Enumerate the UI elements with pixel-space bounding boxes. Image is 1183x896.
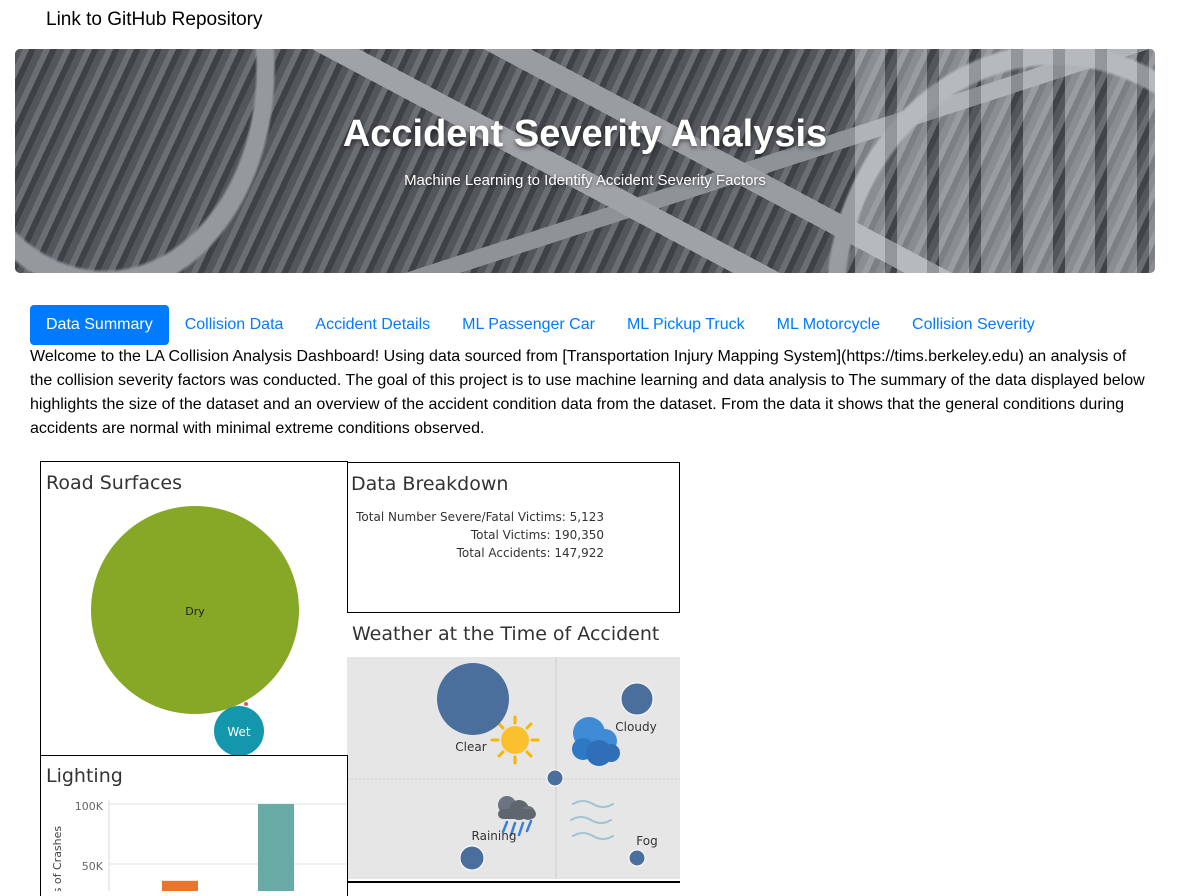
data-breakdown-title: Data Breakdown	[351, 473, 509, 495]
stat-total-accidents: Total Accidents: 147,922	[456, 546, 604, 560]
bubble-cloudy[interactable]	[620, 682, 654, 716]
bubble-fog[interactable]	[628, 849, 646, 867]
dashboard-tabs: Data Summary Collision Data Accident Det…	[30, 305, 1051, 345]
weather-chart-area: Clear Cloudy Raining Fog	[347, 657, 680, 879]
tab-accident-details[interactable]: Accident Details	[299, 305, 446, 345]
tab-ml-pickup-truck[interactable]: ML Pickup Truck	[611, 305, 761, 345]
y-axis-label: Counts of Crashes	[51, 826, 64, 891]
ytick-50k: 50K	[82, 860, 104, 873]
bar-1[interactable]	[162, 880, 198, 891]
bar-2[interactable]	[258, 804, 294, 891]
road-surfaces-chart: Dry Wet	[91, 506, 299, 756]
tab-collision-severity[interactable]: Collision Severity	[896, 305, 1051, 345]
github-repository-link[interactable]: Link to GitHub Repository	[46, 9, 263, 31]
label-fog: Fog	[636, 834, 657, 848]
label-raining: Raining	[472, 829, 517, 843]
stats-list: Total Number Severe/Fatal Victims: 5,123…	[348, 508, 604, 562]
banner-title: Accident Severity Analysis	[342, 113, 828, 155]
tab-collision-data[interactable]: Collision Data	[169, 305, 300, 345]
bubble-other-weather[interactable]	[546, 769, 564, 787]
road-surfaces-panel: Road Surfaces Dry Wet	[40, 461, 348, 757]
data-breakdown-panel: Data Breakdown Total Number Severe/Fatal…	[347, 462, 680, 614]
lighting-panel: Lighting 100K 50K Counts of Crashes	[40, 755, 348, 896]
weather-panel: Weather at the Time of Accident Clear Cl…	[347, 612, 680, 883]
tab-ml-passenger-car[interactable]: ML Passenger Car	[446, 305, 611, 345]
intro-paragraph: Welcome to the LA Collision Analysis Das…	[30, 348, 1145, 437]
banner-subtitle: Machine Learning to Identify Accident Se…	[404, 172, 766, 189]
stat-total-victims: Total Victims: 190,350	[470, 528, 604, 542]
tab-ml-motorcycle[interactable]: ML Motorcycle	[761, 305, 896, 345]
lighting-chart: 100K 50K Counts of Crashes	[51, 800, 347, 891]
fog-icon	[570, 800, 614, 840]
weather-chart: Clear Cloudy Raining Fog	[347, 657, 680, 879]
cloud-icon	[572, 717, 620, 766]
weather-title: Weather at the Time of Accident	[352, 623, 660, 645]
bubble-raining[interactable]	[459, 845, 485, 871]
hero-banner: Accident Severity Analysis Machine Learn…	[15, 49, 1155, 273]
label-wet: Wet	[227, 725, 251, 739]
bubble-clear[interactable]	[437, 663, 509, 735]
bubble-other[interactable]	[244, 702, 248, 706]
label-clear: Clear	[455, 740, 486, 754]
ytick-100k: 100K	[75, 800, 104, 813]
stat-severe-fatal-victims: Total Number Severe/Fatal Victims: 5,123	[356, 510, 604, 524]
tab-data-summary[interactable]: Data Summary	[30, 305, 169, 345]
label-dry: Dry	[185, 605, 205, 618]
label-cloudy: Cloudy	[615, 720, 656, 734]
